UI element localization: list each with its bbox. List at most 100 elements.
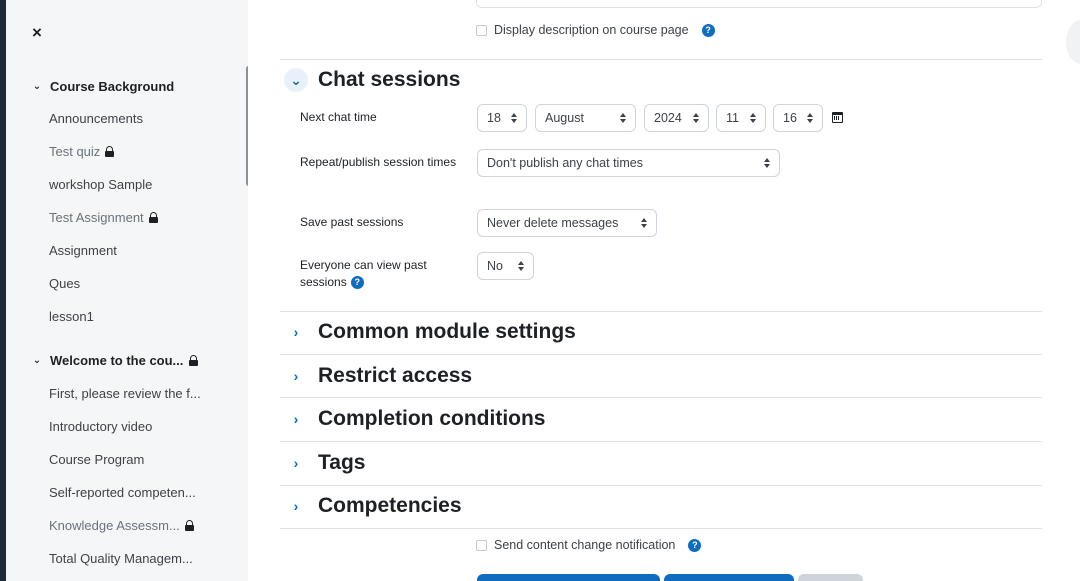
section-common-module-settings[interactable]: › Common module settings: [284, 320, 576, 344]
course-item-label: lesson1: [49, 309, 94, 324]
section-tags[interactable]: › Tags: [284, 451, 366, 475]
section-title: Welcome to the cou...: [50, 353, 184, 368]
help-icon[interactable]: ?: [688, 538, 702, 552]
chevron-down-icon: ⌄: [32, 355, 42, 366]
lock-icon: [189, 355, 199, 366]
select-value: Never delete messages: [487, 216, 619, 230]
section-competencies[interactable]: › Competencies: [284, 494, 462, 518]
section-heading: Restrict access: [318, 364, 473, 387]
section-title: Course Background: [50, 79, 175, 94]
repeat-publish-label: Repeat/publish session times: [300, 155, 457, 169]
chevron-right-icon[interactable]: ›: [284, 407, 308, 431]
select-value: Don't publish any chat times: [487, 156, 643, 170]
divider: [280, 397, 1042, 398]
section-heading: Completion conditions: [318, 407, 546, 430]
divider: [280, 485, 1042, 486]
course-item-first-review[interactable]: First, please review the f...: [49, 386, 201, 401]
hour-select[interactable]: 11: [716, 104, 766, 132]
select-arrows-icon: [750, 112, 756, 124]
save-and-return-button[interactable]: [477, 574, 660, 581]
select-value: No: [487, 259, 503, 273]
close-drawer-button[interactable]: ×: [32, 24, 42, 41]
save-past-sessions-select[interactable]: Never delete messages: [477, 209, 657, 237]
select-arrows-icon: [693, 112, 699, 124]
send-notification-label: Send content change notification: [494, 538, 676, 552]
select-arrows-icon: [641, 217, 647, 229]
description-editor-bottom[interactable]: [476, 0, 1042, 8]
select-arrows-icon: [511, 112, 517, 124]
help-icon[interactable]: ?: [350, 276, 364, 290]
course-item-label: Test Assignment: [49, 210, 144, 225]
section-heading: Tags: [318, 451, 366, 474]
course-item-course-program[interactable]: Course Program: [49, 452, 144, 467]
course-item-lesson1[interactable]: lesson1: [49, 309, 94, 324]
display-description-row[interactable]: Display description on course page ?: [476, 23, 715, 37]
calendar-icon[interactable]: [832, 112, 843, 123]
course-item-label: Ques: [49, 276, 81, 291]
drawer-toggle-button[interactable]: [1066, 20, 1080, 64]
course-item-assignment[interactable]: Assignment: [49, 243, 117, 258]
divider: [280, 311, 1042, 312]
chevron-right-icon[interactable]: ›: [284, 451, 308, 475]
course-item-introductory-video[interactable]: Introductory video: [49, 419, 152, 434]
display-description-checkbox[interactable]: [476, 24, 487, 36]
everyone-view-select[interactable]: No: [477, 252, 534, 280]
section-completion-conditions[interactable]: › Completion conditions: [284, 407, 546, 431]
course-item-label: First, please review the f...: [49, 386, 201, 401]
repeat-publish-select[interactable]: Don't publish any chat times: [477, 149, 780, 177]
lock-icon: [148, 212, 158, 223]
chevron-down-icon[interactable]: ⌄: [284, 68, 308, 92]
send-notification-checkbox[interactable]: [476, 539, 487, 551]
help-icon[interactable]: ?: [701, 23, 715, 37]
display-description-label: Display description on course page: [494, 23, 689, 37]
minute-select[interactable]: 16: [773, 104, 823, 132]
course-item-knowledge-assessment[interactable]: Knowledge Assessm...: [49, 518, 194, 533]
chevron-right-icon[interactable]: ›: [284, 494, 308, 518]
section-heading: Competencies: [318, 494, 462, 517]
select-arrows-icon: [518, 260, 524, 272]
send-notification-row[interactable]: Send content change notification ?: [476, 538, 702, 552]
chevron-right-icon[interactable]: ›: [284, 364, 308, 388]
everyone-view-label: Everyone can view past sessions?: [300, 257, 465, 291]
course-item-label: Test quiz: [49, 144, 101, 159]
lock-icon: [184, 520, 194, 531]
course-item-label: Self-reported competen...: [49, 485, 196, 500]
save-past-sessions-label: Save past sessions: [300, 215, 404, 229]
select-value: 16: [783, 111, 797, 125]
next-chat-time-label: Next chat time: [300, 110, 377, 124]
section-heading: Chat sessions: [318, 68, 461, 91]
section-chat-sessions[interactable]: ⌄ Chat sessions: [284, 68, 460, 92]
course-item-label: Introductory video: [49, 419, 153, 434]
select-arrows-icon: [764, 157, 770, 169]
course-item-announcements[interactable]: Announcements: [49, 111, 143, 126]
course-item-label: Announcements: [49, 111, 143, 126]
cancel-button[interactable]: [798, 574, 863, 581]
section-course-background[interactable]: ⌄ Course Background: [30, 79, 174, 94]
section-heading: Common module settings: [318, 320, 576, 343]
divider: [280, 441, 1042, 442]
select-value: 2024: [654, 111, 682, 125]
course-item-ques[interactable]: Ques: [49, 276, 80, 291]
chevron-right-icon[interactable]: ›: [284, 320, 308, 344]
course-item-test-assignment[interactable]: Test Assignment: [49, 210, 158, 225]
select-arrows-icon: [807, 112, 813, 124]
course-item-label: Assignment: [49, 243, 117, 258]
course-item-label: Course Program: [49, 452, 145, 467]
section-restrict-access[interactable]: › Restrict access: [284, 364, 472, 388]
select-value: August: [545, 111, 584, 125]
divider: [280, 528, 1042, 529]
course-item-label: Total Quality Managem...: [49, 551, 193, 566]
day-select[interactable]: 18: [477, 104, 527, 132]
divider: [280, 59, 1042, 60]
section-welcome[interactable]: ⌄ Welcome to the cou...: [30, 353, 199, 368]
course-item-test-quiz[interactable]: Test quiz: [49, 144, 115, 159]
activity-settings-form: Display description on course page ? ⌄ C…: [248, 0, 1080, 581]
course-index-drawer: × ⌄ Course Background Announcements Test…: [0, 0, 251, 581]
course-item-self-reported[interactable]: Self-reported competen...: [49, 485, 196, 500]
save-and-display-button[interactable]: [664, 574, 794, 581]
month-select[interactable]: August: [535, 104, 636, 132]
year-select[interactable]: 2024: [644, 104, 709, 132]
lock-icon: [105, 146, 115, 157]
course-item-workshop-sample[interactable]: workshop Sample: [49, 177, 152, 192]
course-item-total-quality[interactable]: Total Quality Managem...: [49, 551, 193, 566]
